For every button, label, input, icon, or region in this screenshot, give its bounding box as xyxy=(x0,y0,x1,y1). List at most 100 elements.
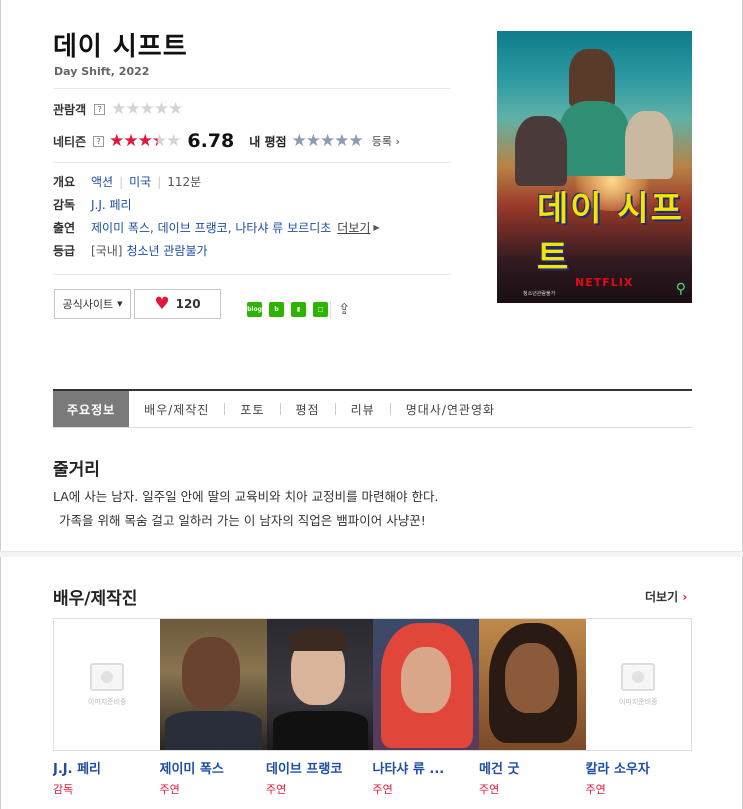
portrait-face xyxy=(400,647,451,713)
portrait-body xyxy=(165,711,263,750)
audience-label: 관람객 xyxy=(53,102,87,117)
crew-name-link[interactable]: 메건 굿 xyxy=(479,758,586,777)
crew-member: 제이미 폭스 주연 xyxy=(160,758,267,797)
crew-name-link[interactable]: J.J. 페리 xyxy=(53,758,160,777)
crew-heading: 배우/제작진 xyxy=(53,589,138,609)
netizen-stars: ★★★★★ xyxy=(109,131,181,151)
share-icon[interactable]: ⇪ xyxy=(338,300,351,318)
crew-photo[interactable] xyxy=(479,619,586,750)
poster-brand: NETFLIX xyxy=(575,276,634,289)
poster-art xyxy=(569,49,615,107)
tab-bar: 주요정보 배우/제작진 포토 평점 리뷰 명대사/연관영화 xyxy=(53,389,692,428)
portrait-face xyxy=(182,637,241,709)
crew-role: 주연 xyxy=(479,783,500,796)
divider xyxy=(53,274,451,275)
separator xyxy=(334,403,336,415)
director-row: 감독 J.J. 페리 xyxy=(53,196,132,213)
naver-blog-icon[interactable]: blog xyxy=(247,302,262,317)
netizen-score: 6.78 xyxy=(187,130,235,152)
crew-photo[interactable] xyxy=(372,619,480,750)
separator: | xyxy=(119,174,124,189)
portrait-face xyxy=(505,643,560,713)
cast-more-link[interactable]: 더보기 xyxy=(337,219,370,236)
placeholder-text: 이미지준비중 xyxy=(618,697,658,706)
crew-member: 데이브 프랭코 주연 xyxy=(266,758,373,797)
crew-name-link[interactable]: 제이미 폭스 xyxy=(160,758,267,777)
synopsis-heading: 줄거리 xyxy=(53,460,100,480)
official-site-label: 공식사이트 xyxy=(62,298,114,311)
tab-quotes-related[interactable]: 명대사/연관영화 xyxy=(406,391,495,427)
grade-row: 등급 [국내] 청소년 관람불가 xyxy=(53,242,208,259)
crew-member: 칼라 소우자 주연 xyxy=(586,758,693,797)
cast-label: 출연 xyxy=(53,221,76,235)
crew-photo-placeholder[interactable]: 이미지준비중 xyxy=(54,619,161,750)
image-placeholder-icon xyxy=(90,662,125,691)
cast-links[interactable]: 제이미 폭스, 데이브 프랭코, 나타샤 류 보르디초 xyxy=(91,219,331,236)
register-rating-link[interactable]: 등록 › xyxy=(372,133,400,149)
chevron-right-icon: › xyxy=(682,590,688,604)
tab-cast-crew[interactable]: 배우/제작진 xyxy=(144,391,209,427)
synopsis-text: LA에 사는 남자. 일주일 안에 딸의 교육비와 치아 교정비를 마련해야 한… xyxy=(53,485,438,533)
country-link[interactable]: 미국 xyxy=(129,173,151,190)
bookmark-icon[interactable]: ▮ xyxy=(291,302,306,317)
crew-role: 주연 xyxy=(266,783,287,796)
naver-cafe-icon[interactable]: □ xyxy=(313,302,328,317)
poster-art xyxy=(515,116,567,186)
tab-rating[interactable]: 평점 xyxy=(296,391,320,427)
help-icon[interactable]: ? xyxy=(93,135,105,147)
movie-poster[interactable]: 데이 시프트 NETFLIX 청소년관람불가 ⚲ xyxy=(497,31,692,303)
crew-photo[interactable] xyxy=(266,619,373,750)
crew-name-link[interactable]: 데이브 프랭코 xyxy=(266,758,373,777)
register-label: 등록 xyxy=(371,135,393,148)
help-icon[interactable]: ? xyxy=(94,103,106,115)
divider xyxy=(53,162,451,163)
share-icons: blog b ▮ □ xyxy=(247,302,328,317)
crew-photo-strip: 이미지준비중 이미지준비중 xyxy=(53,618,692,751)
my-rating-stars[interactable]: ★★★★★ xyxy=(292,131,364,151)
crew-role: 주연 xyxy=(585,783,606,796)
director-link[interactable]: J.J. 페리 xyxy=(91,196,132,213)
zoom-icon[interactable]: ⚲ xyxy=(676,281,686,297)
tab-photo[interactable]: 포토 xyxy=(240,391,264,427)
crew-more-link[interactable]: 더보기 › xyxy=(645,588,687,605)
netizen-rating-row: 네티즌 ? ★★★★★ 6.78 내 평점 ★★★★★ 등록 › xyxy=(53,130,400,152)
genre-link[interactable]: 액션 xyxy=(91,173,113,190)
portrait-hair xyxy=(288,627,347,651)
grade-prefix: [국내] xyxy=(91,244,123,258)
crew-photo[interactable] xyxy=(160,619,267,750)
runtime: 112분 xyxy=(167,175,202,189)
overview-row: 개요 액션 | 미국 | 112분 xyxy=(53,173,201,190)
official-site-button[interactable]: 공식사이트 ▼ xyxy=(54,289,131,319)
crew-role: 주연 xyxy=(372,783,393,796)
crew-more-label: 더보기 xyxy=(645,590,679,604)
crew-names: J.J. 페리 감독 제이미 폭스 주연 데이브 프랭코 주연 나타샤 류 ..… xyxy=(53,758,692,797)
naver-band-icon[interactable]: b xyxy=(269,302,284,317)
tab-review[interactable]: 리뷰 xyxy=(351,391,375,427)
poster-art xyxy=(625,111,673,179)
caret-down-icon: ▼ xyxy=(117,300,123,308)
audience-rating-row: 관람객 ? ★★★★★ xyxy=(53,99,183,119)
audience-stars: ★★★★★ xyxy=(111,99,183,119)
crew-role: 감독 xyxy=(53,783,74,796)
crew-member: J.J. 페리 감독 xyxy=(53,758,160,797)
page-left-border xyxy=(0,0,1,809)
image-placeholder-icon xyxy=(621,662,656,691)
crew-photo-placeholder[interactable]: 이미지준비중 xyxy=(585,619,691,750)
section-divider xyxy=(0,551,743,557)
tab-main-info[interactable]: 주요정보 xyxy=(53,391,130,427)
portrait-body xyxy=(272,711,368,750)
overview-label: 개요 xyxy=(53,175,76,189)
grade-link[interactable]: 청소년 관람불가 xyxy=(126,242,207,259)
like-count: 120 xyxy=(175,297,201,311)
my-rating-label: 내 평점 xyxy=(249,134,287,149)
synopsis-line: LA에 사는 남자. 일주일 안에 딸의 교육비와 치아 교정비를 마련해야 한… xyxy=(53,489,439,504)
crew-name-link[interactable]: 나타샤 류 ... xyxy=(373,758,480,777)
crew-role: 주연 xyxy=(159,783,180,796)
director-label: 감독 xyxy=(53,198,76,212)
crew-member: 나타샤 류 ... 주연 xyxy=(373,758,480,797)
crew-member: 메건 굿 주연 xyxy=(479,758,586,797)
crew-name-link[interactable]: 칼라 소우자 xyxy=(586,758,693,777)
separator: | xyxy=(157,174,162,189)
like-button[interactable]: ♥ 120 xyxy=(134,289,221,319)
chevron-right-icon: › xyxy=(395,135,400,148)
